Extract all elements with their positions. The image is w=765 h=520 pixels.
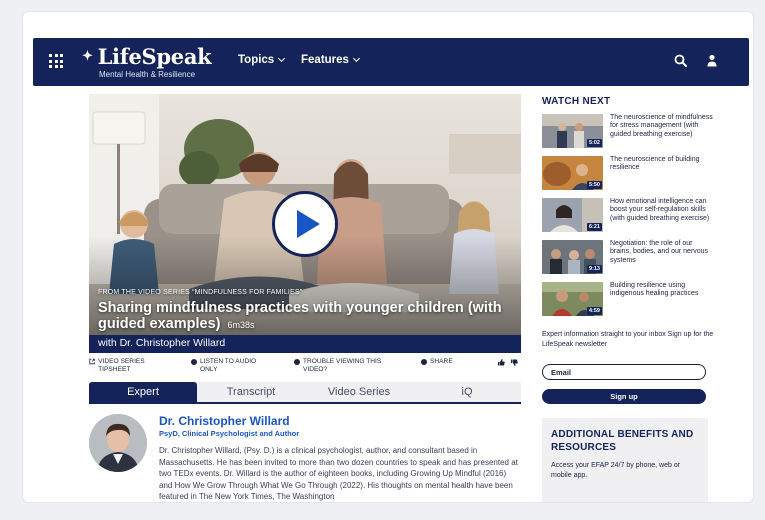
search-icon[interactable] [673,53,689,69]
watch-next-item[interactable]: 5:50 The neuroscience of building resili… [542,156,722,190]
watch-next-title: The neuroscience of mindfulness for stre… [610,114,713,138]
tipsheet-link[interactable]: VIDEO SERIES TIPSHEET [89,358,169,373]
video-actions: VIDEO SERIES TIPSHEET LISTEN TO AUDIO ON… [89,358,521,380]
play-button[interactable] [272,191,338,257]
watch-next-item[interactable]: 4:59 Building resilience using indigenou… [542,282,722,316]
nav-topics-label: Topics [238,54,275,66]
email-input[interactable] [542,364,706,380]
share-label: SHARE [430,358,453,365]
newsletter-text: Expert information straight to your inbo… [542,331,714,348]
watch-next-thumbnail: 6:21 [542,198,603,232]
thumbs-up-icon[interactable] [497,358,505,366]
diamond-star-icon: ✦ [82,49,93,64]
share-icon [421,359,427,365]
sign-up-button[interactable]: Sign up [542,389,706,404]
watch-next-item[interactable]: 5:02 The neuroscience of mindfulness for… [542,114,722,148]
user-icon[interactable] [704,53,720,69]
external-link-icon [89,358,95,365]
expert-bio: Dr. Christopher Willard, (Psy. D.) is a … [159,446,518,501]
chevron-down-icon [352,54,360,63]
watch-next-title: How emotional intelligence can boost you… [610,198,710,222]
watch-next-duration: 9:13 [586,265,602,273]
top-navbar: ✦ LifeSpeak Mental Health & Resilience To… [33,38,749,86]
expert-avatar [89,414,147,472]
video-title-text: Sharing mindfulness practices with young… [98,300,502,332]
video-player[interactable]: FROM THE VIDEO SERIES “MINDFULNESS FOR F… [89,94,521,353]
benefits-text: Access your EFAP 24/7 by phone, web or m… [551,462,681,479]
nav-features-label: Features [301,54,349,66]
watch-next-thumbnail: 5:02 [542,114,603,148]
watch-next-duration: 5:50 [586,181,602,189]
benefits-card: ADDITIONAL BENEFITS AND RESOURCES Access… [542,418,708,502]
logo-text: LifeSpeak [97,44,212,69]
nav-topics[interactable]: Topics [238,54,286,66]
video-duration: 6m38s [227,320,255,330]
trouble-viewing-label: TROUBLE VIEWING THIS VIDEO? [303,358,382,373]
watch-next-title: Building resilience using indigenous hea… [610,282,699,298]
benefits-heading: ADDITIONAL BENEFITS AND RESOURCES [551,429,694,453]
page-frame: ✦ LifeSpeak Mental Health & Resilience To… [23,12,753,502]
watch-next-item[interactable]: 6:21 How emotional intelligence can boos… [542,198,722,232]
video-title: Sharing mindfulness practices with young… [98,300,508,333]
tab-expert[interactable]: Expert [89,382,197,402]
watch-next-thumbnail: 4:59 [542,282,603,316]
video-presenter: with Dr. Christopher Willard [89,335,521,353]
watch-next-duration: 4:59 [586,307,602,315]
content-tabs: Expert Transcript Video Series iQ [89,382,521,404]
thumbs-down-icon[interactable] [510,359,518,367]
watch-next-title: Negotiation: the role of our brains, bod… [610,240,709,264]
trouble-viewing-link[interactable]: TROUBLE VIEWING THIS VIDEO? [294,358,394,373]
tipsheet-label: VIDEO SERIES TIPSHEET [98,358,145,373]
listen-audio-label: LISTEN TO AUDIO ONLY [200,358,257,373]
menu-grid-icon[interactable] [49,54,63,68]
watch-next-thumbnail: 9:13 [542,240,603,274]
expert-name[interactable]: Dr. Christopher Willard [159,414,290,428]
question-icon [294,359,300,365]
watch-next-heading: WATCH NEXT [542,96,611,107]
headphones-icon [191,359,197,365]
tab-video-series[interactable]: Video Series [305,382,413,402]
watch-next-duration: 5:02 [586,139,602,147]
nav-features[interactable]: Features [301,54,360,66]
tab-transcript[interactable]: Transcript [197,382,305,402]
logo-tagline: Mental Health & Resilience [99,70,196,79]
play-icon [296,210,320,238]
share-link[interactable]: SHARE [421,358,453,366]
chevron-down-icon [278,54,286,63]
tab-iq[interactable]: iQ [413,382,521,402]
listen-audio-link[interactable]: LISTEN TO AUDIO ONLY [191,358,271,373]
watch-next-title: The neuroscience of building resilience [610,156,700,172]
watch-next-item[interactable]: 9:13 Negotiation: the role of our brains… [542,240,722,274]
watch-next-thumbnail: 5:50 [542,156,603,190]
expert-credentials: PsyD, Clinical Psychologist and Author [159,429,300,438]
video-series-line: FROM THE VIDEO SERIES “MINDFULNESS FOR F… [98,289,303,296]
watch-next-duration: 6:21 [586,223,602,231]
logo[interactable]: ✦ LifeSpeak Mental Health & Resilience [82,44,212,79]
